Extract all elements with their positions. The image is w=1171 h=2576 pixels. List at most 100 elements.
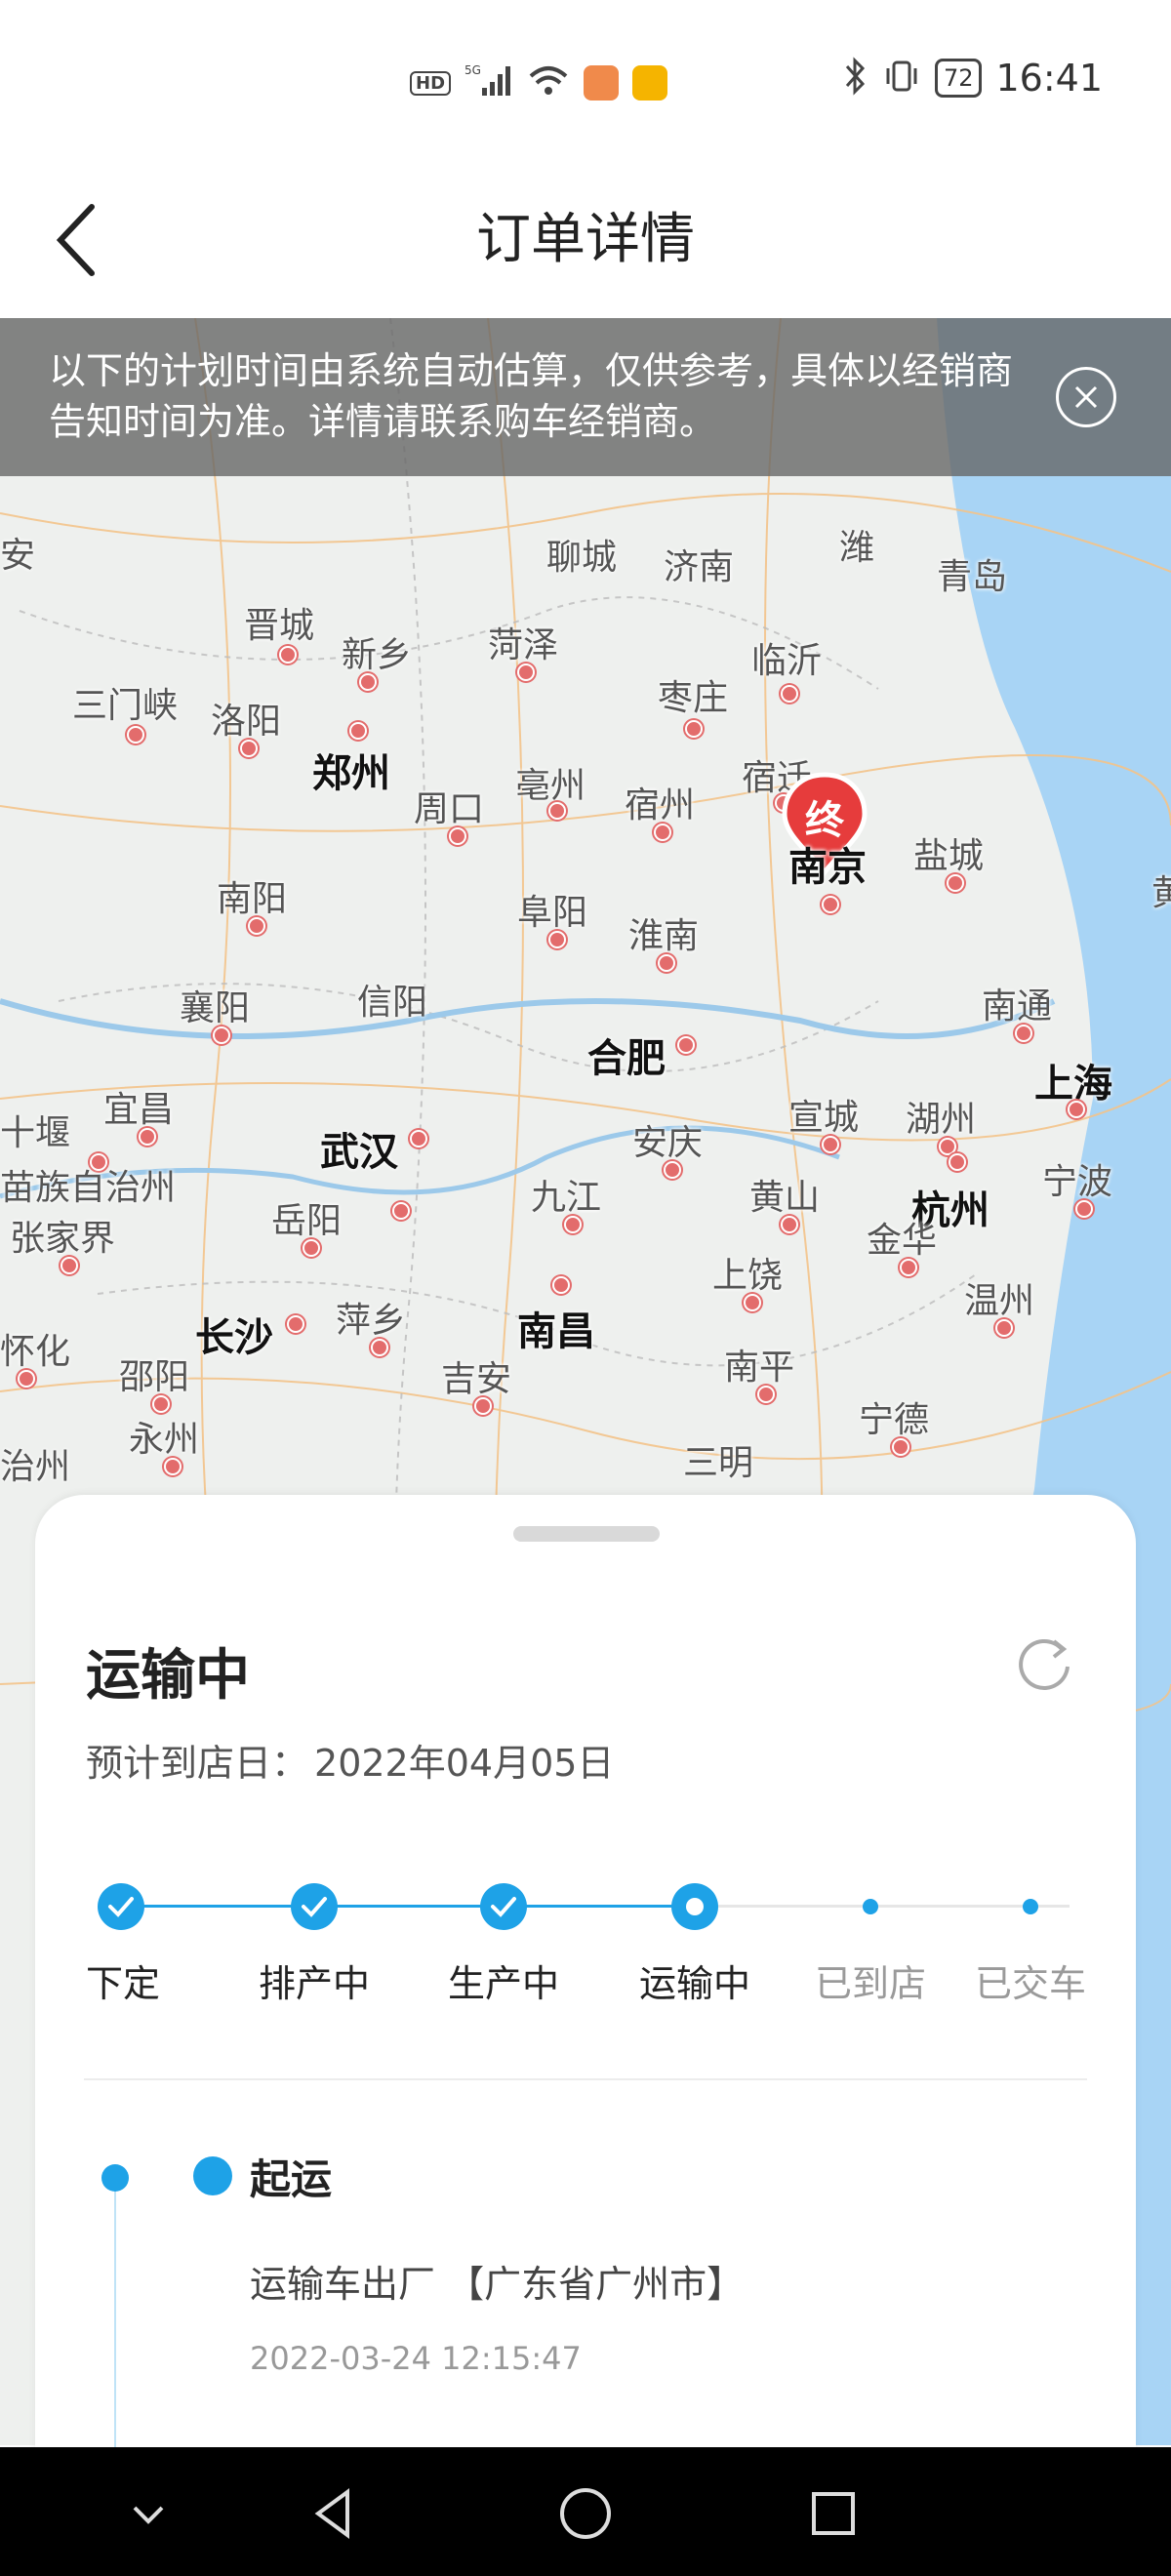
city-label: 晋城 [244,606,315,646]
city-label: 聊城 [546,538,618,578]
city-dot [517,664,535,681]
city-dot [410,1130,427,1147]
pending-dot-icon [863,1899,878,1914]
step-label: 下定 [85,1962,161,2005]
city-dot [474,1397,492,1415]
system-nav-bar [0,2447,1171,2576]
step-pending [1007,1883,1054,1930]
city-dot [371,1339,388,1356]
city-dot [685,720,703,738]
city-dot [213,1026,230,1044]
city-label: 苗族自治州 [0,1168,177,1208]
message-app-icon [584,65,620,101]
city-dot [303,1239,320,1257]
city-dot [1068,1101,1085,1118]
status-time: 16:41 [995,57,1103,100]
city-label-major: 长沙 [195,1315,273,1360]
city-label: 南阳 [217,879,288,919]
notice-close-button[interactable] [1056,367,1116,427]
city-label-major: 合肥 [587,1036,666,1081]
check-circle-icon [480,1883,527,1930]
city-label: 襄阳 [180,988,251,1028]
city-label: 吉安 [441,1359,512,1399]
refresh-button[interactable] [1013,1631,1075,1694]
timeline-event-desc: 运输车出厂 【广东省广州市】 [250,2263,745,2306]
eta-value: 2022年04月05日 [314,1742,615,1785]
current-step-icon [671,1883,718,1930]
city-label-major: 南昌 [517,1309,595,1354]
city-label: 洛阳 [211,702,282,742]
step-done-check [480,1883,527,1930]
city-dot [548,931,566,948]
city-dot [240,740,258,757]
city-label: 安 [0,536,36,576]
city-label-major: 郑州 [312,751,390,796]
bluetooth-icon [843,57,868,100]
city-dot [654,824,671,841]
city-label: 怀化 [0,1332,71,1372]
step-label: 已到店 [814,1962,927,2005]
city-label: 信阳 [357,983,428,1023]
city-label: 治州 [0,1447,71,1487]
estimate-notice-banner: 以下的计划时间由系统自动估算，仅供参考，具体以经销商告知时间为准。详情请联系购车… [0,318,1171,476]
city-label: 枣庄 [658,678,729,718]
nav-home-button[interactable] [554,2482,617,2545]
city-dot [781,1216,798,1233]
nav-recent-button[interactable] [802,2482,865,2545]
city-dot [744,1294,761,1311]
city-dot [359,673,377,691]
page-header: 订单详情 [0,156,1171,318]
city-dot [349,722,367,740]
destination-city-label: 南京 [788,845,867,890]
status-right: 72 16:41 [843,57,1103,100]
status-left-icons: HD 5G [410,62,668,103]
city-dot [1015,1025,1032,1042]
city-dot [664,1161,681,1179]
city-dot [548,802,566,820]
city-dot [995,1319,1013,1337]
status-bar: HD 5G 72 16:41 [0,0,1171,156]
city-label: 宿州 [625,785,696,825]
city-dot [61,1257,78,1274]
city-label: 张家界 [10,1219,116,1259]
city-dot [127,726,144,744]
city-dot [757,1386,775,1403]
step-current [671,1883,718,1930]
city-label: 九江 [531,1178,602,1218]
city-label: 新乡 [342,635,413,675]
notification-app-icon [632,65,668,101]
check-circle-icon [98,1883,144,1930]
city-dot [279,646,297,664]
step-label: 生产中 [447,1962,560,2005]
city-dot [552,1276,570,1294]
step-label: 排产中 [258,1962,371,2005]
city-label: 宣城 [788,1098,860,1138]
wifi-icon [527,62,570,103]
check-circle-icon [291,1883,338,1930]
timeline-event-time: 2022-03-24 12:15:47 [250,2340,582,2377]
timeline-outer-dot [101,2164,129,2192]
city-label: 济南 [664,547,735,587]
city-dot [287,1315,304,1333]
city-dot [947,874,964,892]
eta-label: 预计到店日： [86,1742,309,1785]
city-label: 邵阳 [119,1357,190,1397]
city-label: 十堰 [0,1113,71,1153]
step-pending [847,1883,894,1930]
svg-text:5G: 5G [464,63,481,77]
sheet-drag-handle[interactable] [513,1526,660,1542]
hide-keyboard-button[interactable] [117,2482,180,2545]
city-label: 三明 [683,1443,754,1483]
close-circle-icon [1074,385,1098,409]
city-label: 阜阳 [517,893,588,933]
city-label: 宁波 [1042,1162,1113,1202]
timeline-event-title: 起运 [250,2155,333,2203]
city-label: 盐城 [913,836,985,876]
pending-dot-icon [1023,1899,1038,1914]
section-divider [84,2078,1087,2080]
nav-back-button[interactable] [304,2482,367,2545]
city-dot [139,1128,156,1146]
city-label: 岳阳 [271,1201,343,1241]
order-status-sheet[interactable]: 运输中 预计到店日： 2022年04月05日 下定 排产中 生产中 运输中 已到… [35,1495,1136,2490]
destination-city-dot [822,896,839,913]
